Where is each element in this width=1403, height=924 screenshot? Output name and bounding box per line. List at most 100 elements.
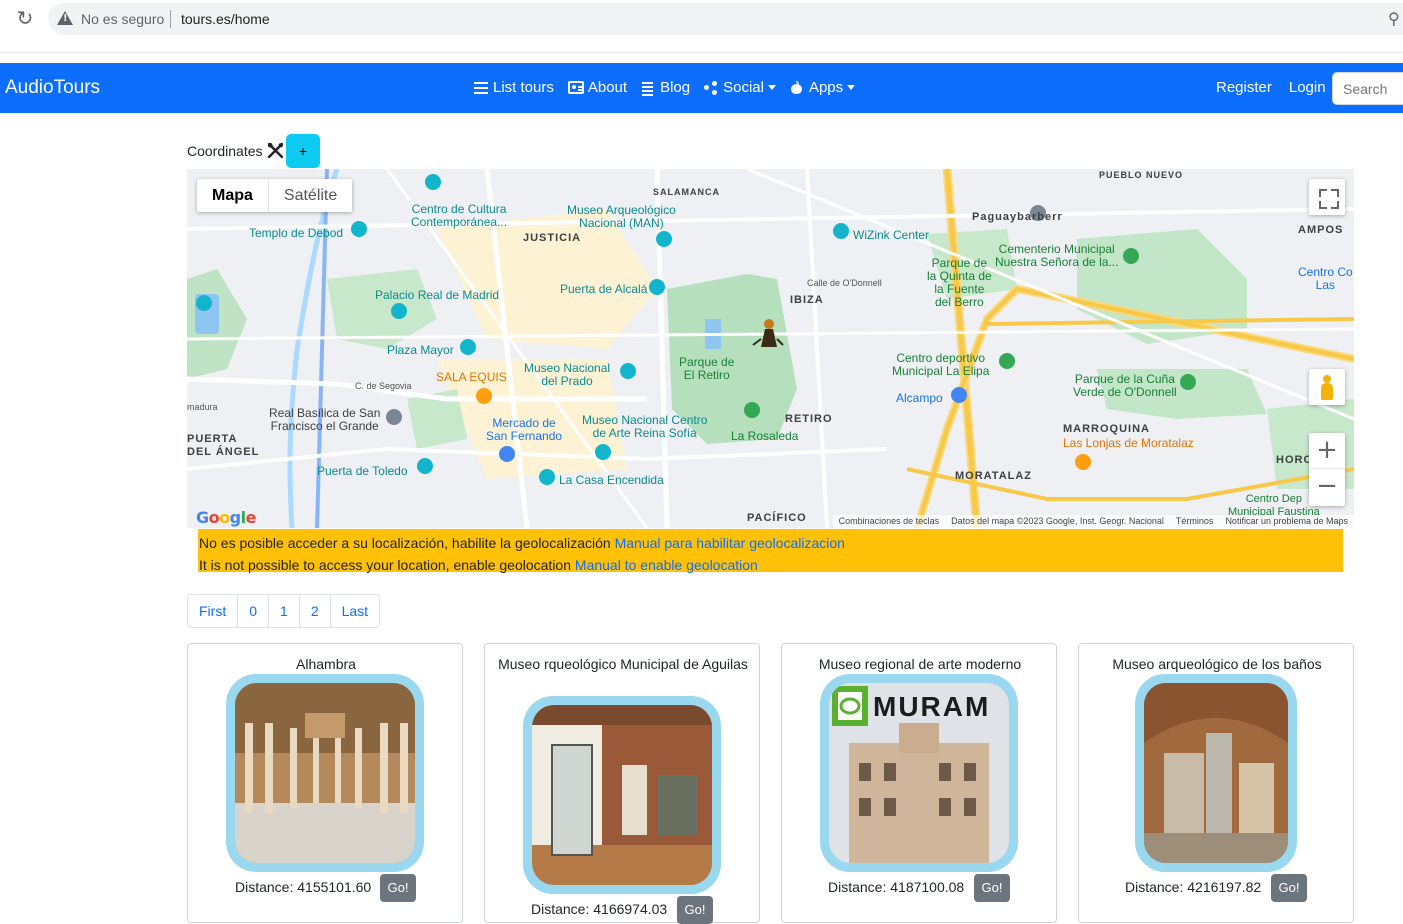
coordinates-label: Coordinates (187, 143, 263, 159)
map-label-centro-cultura: Centro de Cultura Contemporánea... (411, 202, 508, 229)
map-label-parque-quinta: Parque de la Quinta de la Fuente del Ber… (927, 256, 992, 309)
card-image[interactable]: MURAM (820, 674, 1018, 872)
map-label-parque-retiro: Parque de El Retiro (679, 355, 735, 382)
pagination: First 0 1 2 Last (187, 594, 381, 628)
nav-blog-label: Blog (660, 79, 691, 96)
nav-menu: List tours About Blog Social Apps (474, 79, 869, 96)
page-first[interactable]: First (188, 595, 237, 627)
card-distance: Distance: 4155101.60 (235, 879, 372, 895)
card-distance: Distance: 4216197.82 (1125, 879, 1262, 895)
card-image[interactable] (226, 674, 424, 872)
nav-apps-dropdown[interactable]: Apps (790, 79, 856, 96)
card-title: Museo arqueológico de los baños (1112, 656, 1322, 672)
nav-blog[interactable]: Blog (641, 79, 690, 96)
map-label-marroquina: MARROQUINA (1063, 423, 1150, 435)
map-label-museo-prado: Museo Nacional del Prado (524, 361, 611, 388)
card-photo: MURAM (829, 683, 1009, 863)
warning-icon[interactable] (57, 11, 73, 25)
map-label-parque-cuna: Parque de la Cuña Verde de O'Donnell (1073, 372, 1177, 399)
map-label-calle-odonnell: Calle de O'Donnell (807, 278, 882, 288)
tour-card: Museo regional de arte moderno MURAM Dis… (781, 643, 1057, 923)
map-label-moratalaz: MORATALAZ (955, 470, 1033, 482)
register-link[interactable]: Register (1216, 79, 1272, 96)
go-button[interactable]: Go! (677, 896, 713, 924)
keyboard-shortcuts-link[interactable]: Combinaciones de teclas (833, 515, 946, 528)
map-label-wizink: WiZink Center (853, 228, 930, 242)
report-problem-link[interactable]: Notificar un problema de Maps (1219, 515, 1354, 528)
alert-en-link[interactable]: Manual to enable geolocation (575, 557, 758, 573)
card-title: Museo regional de arte moderno (818, 656, 1022, 672)
map-label-reina-sofia: Museo Nacional Centro de Arte Reina Sofí… (582, 413, 708, 440)
card-photo (1144, 683, 1288, 863)
map-label-museo-arqueologico: Museo Arqueológico Nacional (MAN) (567, 203, 676, 230)
brand-link[interactable]: AudioTours (5, 77, 100, 99)
map-label-centro-deportivo: Centro deportivo Municipal La Elipa (892, 351, 990, 378)
map-label-salamanca: SALAMANCA (653, 187, 720, 197)
street-view-pegman-icon[interactable] (1309, 369, 1345, 405)
nav-social-dropdown[interactable]: Social (704, 79, 776, 96)
nav-about[interactable]: About (567, 79, 627, 96)
caret-down-icon (847, 85, 856, 90)
go-button[interactable]: Go! (1271, 874, 1307, 902)
map[interactable]: SALAMANCA PUEBLO NUEVO Centro de Cultura… (187, 169, 1354, 528)
tour-card: Museo rqueológico Municipal de Aguilas D… (484, 643, 760, 924)
map-label-sala-equis: SALA EQUIS (436, 370, 507, 384)
page-last[interactable]: Last (329, 595, 379, 627)
list-icon (474, 81, 489, 94)
nav-list-tours[interactable]: List tours (474, 79, 554, 96)
page-2[interactable]: 2 (298, 595, 330, 627)
search-input[interactable] (1332, 72, 1403, 105)
google-logo: Google (196, 508, 256, 527)
go-button[interactable]: Go! (974, 874, 1010, 902)
alert-es-link[interactable]: Manual para habilitar geolocalizacion (615, 535, 845, 551)
map-type-satellite-button[interactable]: Satélite (267, 179, 352, 212)
browser-toolbar: ↻ No es seguro tours.es/home ⚲ (0, 0, 1403, 40)
map-label-la-rosaleda: La Rosaleda (731, 429, 799, 443)
card-image[interactable] (523, 696, 721, 894)
share-icon (704, 81, 719, 94)
map-label-c-segovia: C. de Segovia (355, 381, 412, 391)
map-label-pacifico: PACÍFICO (747, 512, 807, 524)
apple-icon (790, 81, 805, 94)
map-label-amposta: AMPOS (1298, 224, 1344, 236)
map-type-map-button[interactable]: Mapa (197, 179, 268, 212)
map-label-real-basilica: Real Basílica de San Francisco el Grande (269, 406, 381, 433)
map-label-puerta-angel: PUERTA DEL ÁNGEL (187, 433, 260, 458)
insecure-label[interactable]: No es seguro (81, 11, 164, 27)
go-button[interactable]: Go! (380, 874, 416, 902)
map-label-justicia: JUSTICIA (523, 232, 582, 244)
map-label-la-casa: La Casa Encendida (559, 473, 664, 487)
alert-line-es: No es posible acceder a su localización,… (199, 532, 1343, 554)
page-1[interactable]: 1 (268, 595, 299, 627)
address-bar[interactable]: No es seguro tours.es/home ⚲ (48, 3, 1403, 35)
card-distance: Distance: 4187100.08 (828, 879, 965, 895)
fullscreen-icon[interactable] (1309, 179, 1345, 215)
card-photo (532, 705, 712, 885)
map-label-paguaybarberr: Paguaybarberr (972, 211, 1063, 223)
card-photo (235, 683, 415, 863)
alert-line-en: It is not possible to access your locati… (199, 554, 1343, 576)
login-link[interactable]: Login (1289, 79, 1326, 96)
zoom-icon[interactable]: ⚲ (1388, 9, 1400, 29)
card-distance: Distance: 4166974.03 (531, 901, 668, 917)
zoom-in-button[interactable]: + (1309, 433, 1345, 469)
chrome-divider (0, 52, 1403, 53)
map-label-alcampo: Alcampo (896, 391, 943, 405)
add-coordinate-button[interactable]: + (286, 134, 320, 168)
card-title: Alhambra (296, 656, 356, 672)
card-image[interactable] (1135, 674, 1297, 872)
url-text[interactable]: tours.es/home (181, 11, 270, 27)
address-separator (170, 10, 171, 28)
card-title: Museo rqueológico Municipal de Aguilas (498, 656, 748, 672)
page-0[interactable]: 0 (237, 595, 268, 627)
terms-link[interactable]: Términos (1170, 515, 1220, 528)
map-label-cementerio: Cementerio Municipal Nuestra Señora de l… (995, 242, 1119, 269)
map-label-retiro: RETIRO (785, 413, 833, 425)
alert-en-text: It is not possible to access your locati… (199, 557, 572, 573)
map-label-ibiza: IBIZA (790, 294, 824, 306)
map-label-mercado: Mercado de San Fernando (486, 416, 563, 443)
map-label-puerta-alcala: Puerta de Alcalá (560, 282, 648, 296)
reload-icon[interactable]: ↻ (14, 8, 36, 30)
id-card-icon (567, 81, 584, 94)
zoom-out-button[interactable]: − (1309, 469, 1345, 505)
